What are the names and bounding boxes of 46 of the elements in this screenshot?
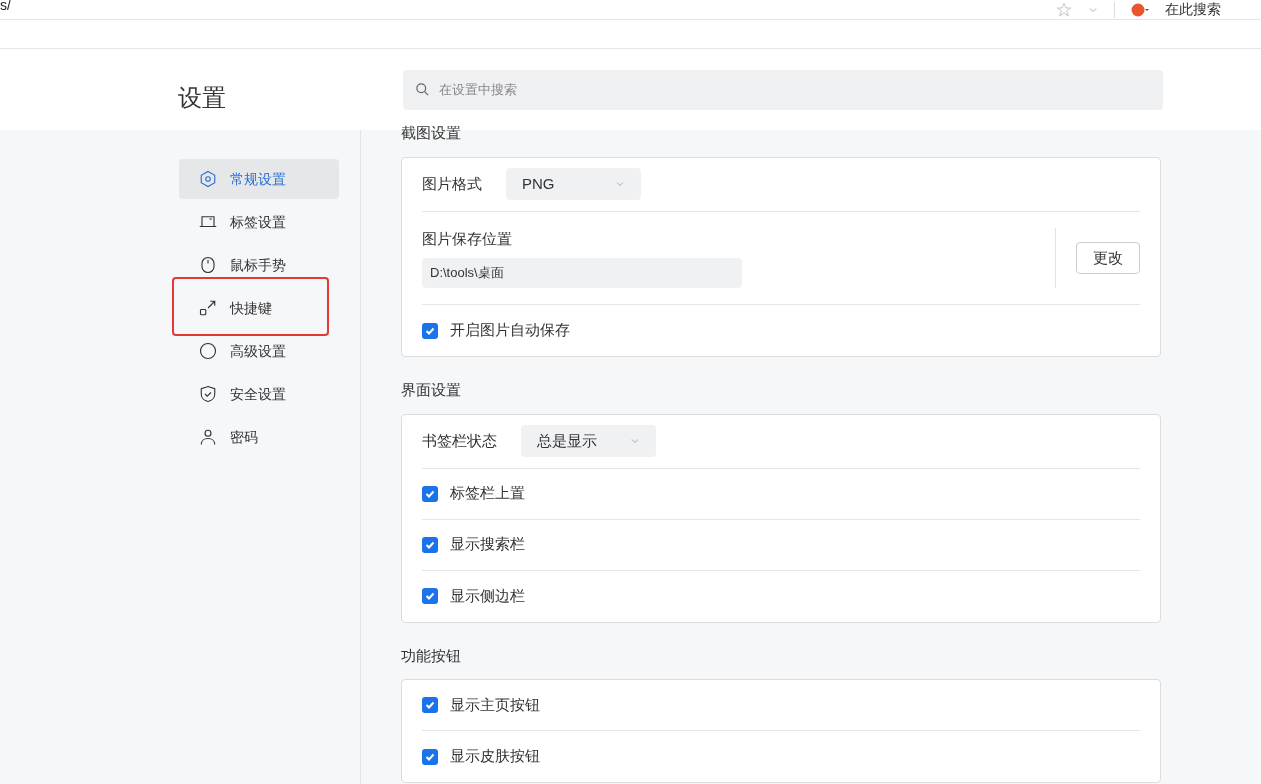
star-icon[interactable] [1056,1,1072,18]
sidebar-item[interactable]: 高级设置 [179,331,339,371]
dropdown[interactable]: 总是显示 [521,425,656,457]
checkbox-label: 显示侧边栏 [450,585,525,606]
arrow-box-icon [199,299,217,317]
checkbox-label: 显示皮肤按钮 [450,746,540,767]
url-text: s/ [0,0,11,15]
checkbox-label: 显示主页按钮 [450,694,540,715]
checkbox[interactable] [422,322,438,339]
path-field[interactable]: D:\tools\桌面 [422,258,742,288]
checkbox[interactable] [422,748,438,765]
checkmark-icon [424,699,436,711]
change-button[interactable]: 更改 [1076,241,1140,274]
hexagon-icon [199,170,217,188]
checkbox-label: 标签栏上置 [450,483,525,504]
section-title: 界面设置 [401,380,462,400]
mouse-icon [199,256,217,274]
section-title: 功能按钮 [401,645,462,666]
checkmark-icon [424,590,436,602]
circle-icon [199,342,217,360]
sidebar-item[interactable]: 密码 [179,417,339,457]
checkbox[interactable] [422,697,438,713]
user-icon [199,428,217,446]
page-title: 设置 [178,82,227,113]
search-icon [415,81,430,97]
dropdown[interactable]: PNG [506,168,641,200]
checkbox[interactable] [422,588,438,604]
search-box-text[interactable]: 在此搜索 [1165,0,1221,20]
sidebar-item[interactable]: 快捷键 [179,288,339,328]
checkbox-label: 显示搜索栏 [450,534,525,555]
setting-label: 图片保存位置 [422,228,513,249]
search-field[interactable]: 在设置中搜索 [403,69,1163,110]
setting-label: 书签栏状态 [422,430,497,451]
checkbox-label: 开启图片自动保存 [450,320,570,341]
sidebar-item[interactable]: 鼠标手势 [179,245,339,285]
chevron-down-icon [630,436,640,446]
sidebar-item[interactable]: 标签设置 [179,202,339,242]
checkbox[interactable] [422,485,438,502]
section-title: 截图设置 [401,123,462,143]
sidebar-item[interactable]: 安全设置 [179,374,339,414]
checkbox[interactable] [422,536,438,553]
sidebar-item[interactable]: 常规设置 [179,159,339,199]
shield-icon [199,385,217,403]
chevron-down-icon [615,179,625,189]
setting-label: 图片格式 [422,173,482,194]
search-engine-icon[interactable] [1131,1,1149,18]
